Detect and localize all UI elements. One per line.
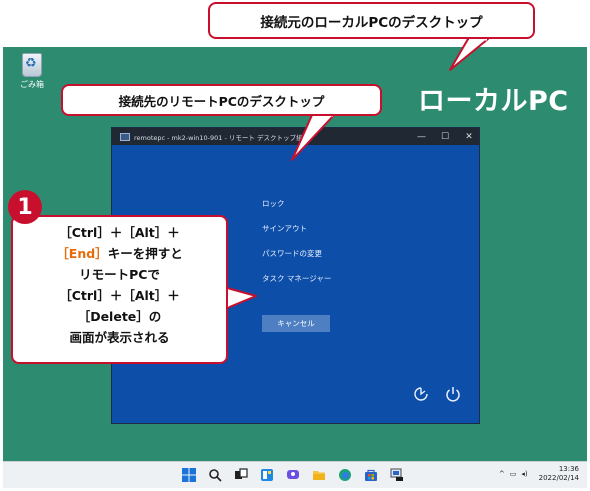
local-callout-tail bbox=[449, 38, 489, 71]
remote-desktop-callout: 接続先のリモートPCのデスクトップ bbox=[61, 84, 382, 116]
step-line-2: ［End］キーを押すと bbox=[13, 243, 226, 264]
step-callout: ［Ctrl］＋［Alt］＋ ［End］キーを押すと リモートPCで ［Ctrl］… bbox=[11, 215, 228, 364]
main-callout-tail bbox=[226, 287, 257, 309]
step-line-4: ［Ctrl］＋［Alt］＋ bbox=[59, 288, 180, 303]
end-key-label: ［End］ bbox=[56, 246, 108, 261]
step-line-2-rest: キーを押すと bbox=[107, 246, 183, 261]
step-number-badge: 1 bbox=[8, 190, 42, 224]
step-line-5: ［Delete］の bbox=[77, 309, 162, 324]
step-line-3: リモートPCで bbox=[79, 267, 160, 282]
local-desktop-callout: 接続元のローカルPCのデスクトップ bbox=[208, 2, 535, 39]
step-line-1: ［Ctrl］＋［Alt］＋ bbox=[59, 225, 180, 240]
step-line-6: 画面が表示される bbox=[69, 330, 170, 345]
remote-callout-tail bbox=[291, 114, 335, 161]
